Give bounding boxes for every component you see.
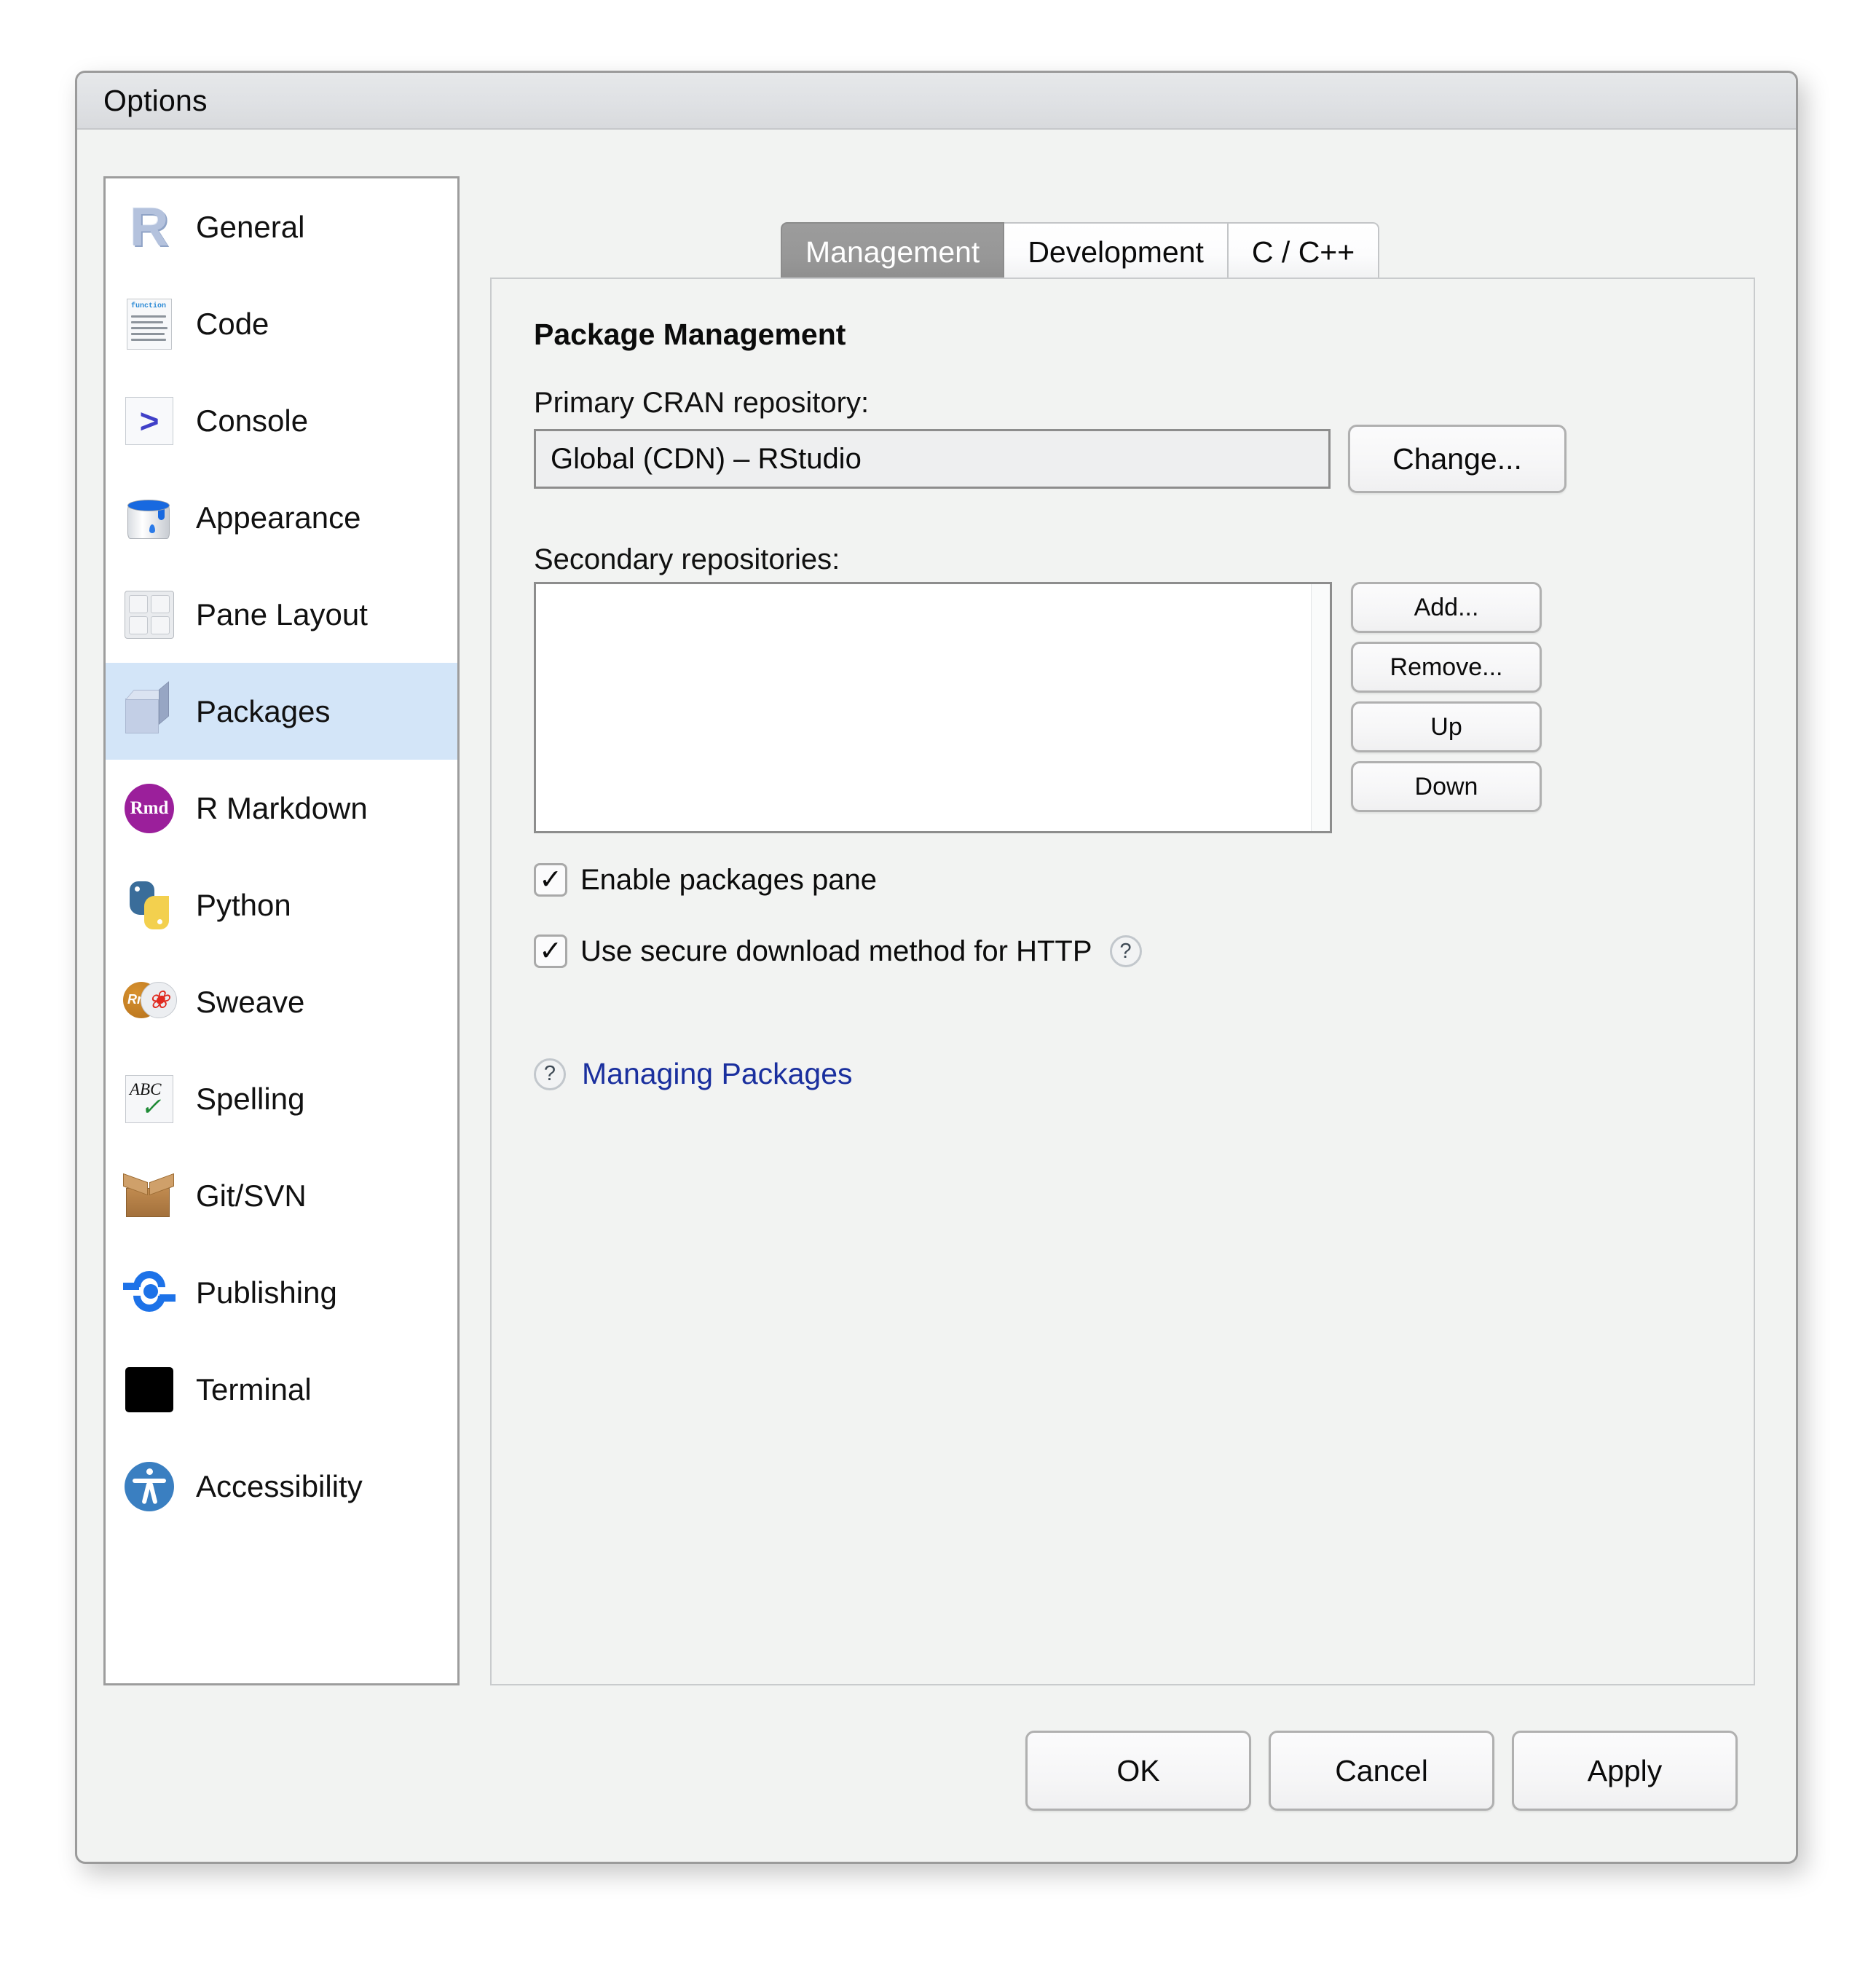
package-box-icon [123, 680, 176, 738]
abc-check-icon: ABC ✓ [123, 1073, 176, 1125]
dialog-body: R General function Code > Console Appear… [77, 130, 1796, 1860]
sidebar-item-label: Appearance [196, 500, 361, 535]
r-logo-icon: R [130, 196, 169, 257]
sidebar-item-label: Packages [196, 693, 331, 728]
sidebar-item-r-markdown[interactable]: Rmd R Markdown [106, 760, 457, 857]
primary-cran-label: Primary CRAN repository: [534, 387, 870, 419]
tab-development[interactable]: Development [1004, 222, 1229, 280]
sidebar-item-label: Spelling [196, 1081, 305, 1116]
managing-packages-help-row[interactable]: ? Managing Packages [534, 1057, 853, 1091]
category-sidebar[interactable]: R General function Code > Console Appear… [103, 176, 460, 1685]
sidebar-item-label: Sweave [196, 984, 305, 1019]
cardboard-box-icon [123, 1170, 176, 1222]
sidebar-item-label: Terminal [196, 1372, 312, 1406]
sidebar-item-label: Accessibility [196, 1468, 363, 1503]
sidebar-item-label: Python [196, 887, 291, 922]
change-button[interactable]: Change... [1348, 425, 1566, 493]
sidebar-item-code[interactable]: function Code [106, 275, 457, 372]
sweave-rnw-pdf-icon: Rnw❀ [123, 976, 177, 1028]
enable-packages-pane-row[interactable]: ✓ Enable packages pane [534, 863, 877, 897]
sidebar-item-sweave[interactable]: Rnw❀ Sweave [106, 953, 457, 1050]
accessibility-icon [123, 1460, 176, 1513]
checkbox-label: Use secure download method for HTTP [580, 935, 1092, 967]
pane-grid-icon [123, 589, 176, 641]
move-down-button[interactable]: Down [1351, 761, 1542, 812]
help-icon[interactable]: ? [1109, 935, 1142, 967]
tab-content-panel: Package Management Primary CRAN reposito… [490, 278, 1755, 1685]
ok-button[interactable]: OK [1025, 1731, 1251, 1811]
checkbox-secure-download[interactable]: ✓ [534, 935, 567, 968]
sidebar-item-label: Git/SVN [196, 1178, 307, 1213]
list-scrollbar[interactable] [1311, 584, 1330, 831]
python-logo-icon [123, 879, 176, 932]
rmd-badge-icon: Rmd [123, 782, 176, 835]
tab-bar: Management Development C / C++ [490, 219, 1380, 280]
sidebar-item-packages[interactable]: Packages [106, 663, 457, 760]
sidebar-item-spelling[interactable]: ABC ✓ Spelling [106, 1050, 457, 1147]
tab-management[interactable]: Management [781, 222, 1005, 280]
sidebar-item-appearance[interactable]: Appearance [106, 469, 457, 566]
sidebar-item-accessibility[interactable]: Accessibility [106, 1438, 457, 1535]
sidebar-item-label: Code [196, 306, 269, 341]
sidebar-item-label: Pane Layout [196, 597, 368, 631]
sidebar-item-label: R Markdown [196, 790, 368, 825]
sidebar-item-pane-layout[interactable]: Pane Layout [106, 566, 457, 663]
paint-can-icon [123, 492, 176, 544]
remove-repo-button[interactable]: Remove... [1351, 642, 1542, 693]
dialog-titlebar: Options [77, 73, 1796, 130]
apply-button[interactable]: Apply [1512, 1731, 1738, 1811]
add-repo-button[interactable]: Add... [1351, 582, 1542, 633]
managing-packages-link[interactable]: Managing Packages [582, 1057, 853, 1091]
console-prompt-icon: > [123, 395, 176, 447]
sidebar-item-general[interactable]: R General [106, 178, 457, 275]
sidebar-item-python[interactable]: Python [106, 857, 457, 953]
checkbox-label: Enable packages pane [580, 863, 877, 896]
secondary-repos-list[interactable] [534, 582, 1332, 833]
sidebar-item-terminal[interactable]: Terminal [106, 1341, 457, 1438]
sidebar-item-label: Publishing [196, 1275, 337, 1310]
secure-download-row[interactable]: ✓ Use secure download method for HTTP ? [534, 935, 1142, 968]
code-document-icon: function [123, 298, 176, 350]
sidebar-item-console[interactable]: > Console [106, 372, 457, 469]
dialog-footer: OK Cancel Apply [77, 1693, 1796, 1860]
help-icon[interactable]: ? [534, 1058, 566, 1090]
terminal-black-icon [123, 1364, 176, 1416]
sidebar-item-label: Console [196, 403, 309, 438]
move-up-button[interactable]: Up [1351, 701, 1542, 752]
page-title: Package Management [534, 318, 846, 351]
secondary-repos-label: Secondary repositories: [534, 543, 840, 575]
management-pane: Package Management Primary CRAN reposito… [492, 279, 1754, 1684]
publish-sync-icon [123, 1264, 176, 1319]
tab-c-cpp[interactable]: C / C++ [1228, 222, 1380, 280]
sidebar-item-publishing[interactable]: Publishing [106, 1244, 457, 1341]
sidebar-item-label: General [196, 209, 305, 244]
primary-cran-value[interactable]: Global (CDN) – RStudio [534, 429, 1331, 489]
dialog-title: Options [103, 83, 208, 117]
cancel-button[interactable]: Cancel [1269, 1731, 1494, 1811]
sidebar-item-git-svn[interactable]: Git/SVN [106, 1147, 457, 1244]
options-dialog: Options R General function Code > Consol… [75, 71, 1798, 1864]
checkbox-enable-packages-pane[interactable]: ✓ [534, 863, 567, 897]
